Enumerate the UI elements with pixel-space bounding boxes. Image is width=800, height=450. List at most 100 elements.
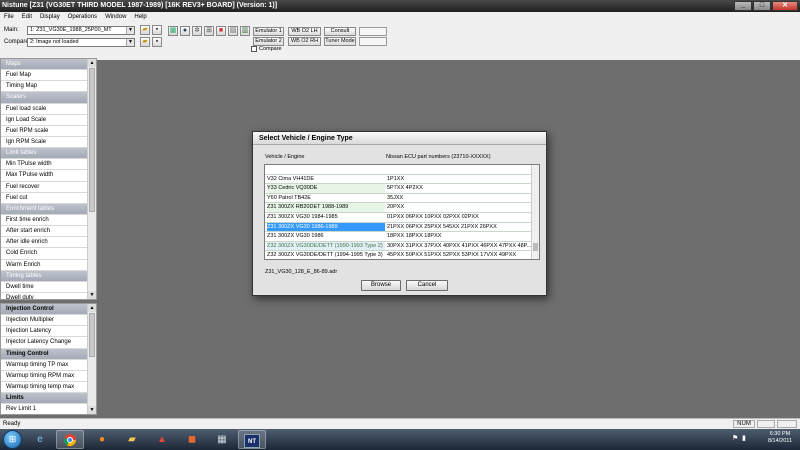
layout-icon[interactable]: ⊞ [204, 26, 214, 36]
chevron-up-icon[interactable]: ▲ [88, 304, 96, 312]
wb-o2-lh-button[interactable]: WB O2 LH [288, 27, 321, 36]
emulator-1-button[interactable]: Emulator 1 [253, 27, 284, 36]
maximize-button[interactable]: □ [753, 1, 771, 11]
vehicle-row[interactable]: Y33 Cedric VQ30DE 5P7XX 4P2XX [265, 184, 539, 194]
vehicle-row[interactable]: Z31 300ZX VG30 1986-1989 21PXX 06PXX 25PX… [265, 222, 539, 233]
sidebar-item-fuel-load-scale[interactable]: Fuel load scale [1, 104, 88, 115]
office-icon[interactable]: ◼ [178, 430, 206, 449]
main-image-select[interactable]: 1: Z31_VG30E_1988_25P00_MT ▼ [27, 26, 135, 35]
vehicle-row[interactable]: Y60 Patrol TB42E 35JXX [265, 194, 539, 204]
sidebar-item-after-start-enrich[interactable]: After start enrich [1, 226, 88, 238]
sidebar-header-enrichment-tables[interactable]: Enrichment tables [1, 203, 88, 215]
ie-icon[interactable]: e [26, 430, 54, 449]
wb-o2-rh-button[interactable]: WB O2 RH [288, 37, 321, 46]
open-folder-icon[interactable]: ▰ [140, 37, 150, 47]
chevron-down-icon[interactable]: ▼ [88, 291, 96, 299]
network-icon[interactable]: ▮ [742, 435, 750, 443]
sidebar-scrollbar[interactable]: ▲ ▼ [87, 304, 96, 414]
vehicle-row[interactable]: Z31 300ZX VG30 1984-1985 01PXX 06PXX 10PX… [265, 213, 539, 223]
sidebar-item-max-tpulse-width[interactable]: Max TPulse width [1, 170, 88, 182]
sidebar-header-limit-tables[interactable]: Limit tables [1, 148, 88, 160]
sidebar-header-limits[interactable]: Limits [1, 393, 88, 405]
sidebar-item-dwell-time[interactable]: Dwell time [1, 282, 88, 293]
browse-button[interactable]: Browse [361, 280, 401, 291]
save-icon[interactable]: ▪ [152, 37, 162, 47]
status-pane [777, 420, 797, 428]
sidebar-item-warmup-timing-rpm-max[interactable]: Warmup timing RPM max [1, 371, 88, 382]
spreadsheet-icon[interactable]: ▦ [208, 430, 236, 449]
sidebar-item-injection-multiplier[interactable]: Injection Multiplier [1, 315, 88, 327]
checkbox-icon [251, 46, 257, 52]
sidebar-item-injector-latency-change[interactable]: Injector Latency Change [1, 337, 88, 349]
sidebar-item-dwell-duty[interactable]: Dwell duty [1, 293, 88, 299]
vehicle-row[interactable]: Z32 300ZX VG30DE/DETT (1994-1995 Type 3)… [265, 251, 539, 259]
vehicle-row[interactable] [265, 165, 539, 175]
consult-button[interactable]: Consult [324, 27, 356, 36]
sidebar-item-fuel-rpm-scale[interactable]: Fuel RPM scale [1, 126, 88, 137]
sidebar-item-fuel-cut[interactable]: Fuel cut [1, 193, 88, 204]
cancel-button[interactable]: Cancel [406, 280, 448, 291]
scroll-thumb[interactable] [533, 243, 538, 251]
log-icon[interactable]: ▤ [228, 26, 238, 36]
firefox-icon[interactable]: ● [88, 430, 116, 449]
scroll-thumb[interactable] [89, 313, 95, 357]
sidebar-item-ign-rpm-scale[interactable]: Ign RPM Scale [1, 137, 88, 149]
acrobat-icon[interactable]: ▲ [148, 430, 176, 449]
sidebar-item-fuel-map[interactable]: Fuel Map [1, 70, 88, 82]
menu-file[interactable]: File [4, 12, 14, 22]
flag-icon[interactable]: ⚑ [732, 435, 740, 443]
sidebar-scrollbar[interactable]: ▲ ▼ [87, 59, 96, 299]
sidebar-header-scalers[interactable]: Scalers [1, 92, 88, 104]
vehicle-row[interactable]: V32 Cima VH41DE 1P1XX [265, 175, 539, 185]
menu-help[interactable]: Help [134, 12, 146, 22]
minimize-button[interactable]: _ [734, 1, 752, 11]
connect-icon[interactable]: ● [180, 26, 190, 36]
sidebar-item-warm-enrich[interactable]: Warm Enrich [1, 260, 88, 271]
compare-image-select[interactable]: 2: Image not loaded ▼ [27, 38, 135, 47]
gear-icon[interactable]: ✲ [192, 26, 202, 36]
title-bar: Nistune [Z31 (VG30ET THIRD MODEL 1987-19… [0, 0, 800, 12]
sidebar-header-timing-control[interactable]: Timing Control [1, 348, 88, 360]
column-header-part-numbers: Nissan ECU part numbers (23710-XXXXX) [386, 154, 491, 160]
folder-icon[interactable]: ▰ [118, 430, 146, 449]
sidebar-header-maps[interactable]: Maps [1, 59, 88, 71]
start-button[interactable]: ⊞ [3, 430, 22, 449]
nistune-icon[interactable]: NT [238, 430, 266, 449]
vehicle-list-scrollbar[interactable] [531, 165, 539, 259]
emulator-2-button[interactable]: Emulator 2 [253, 37, 284, 46]
chart-icon[interactable]: ▥ [240, 26, 250, 36]
scroll-thumb[interactable] [89, 68, 95, 212]
chrome-icon[interactable] [56, 430, 84, 449]
sidebar-item-warmup-timing-tp-max[interactable]: Warmup timing TP max [1, 360, 88, 371]
open-folder-icon[interactable]: ▰ [140, 25, 150, 35]
sidebar-item-injection-latency[interactable]: Injection Latency [1, 326, 88, 338]
sidebar-item-min-tpulse-width[interactable]: Min TPulse width [1, 159, 88, 171]
vehicle-row[interactable]: Z31 300ZX RB20DET 1988-1989 20PXX [265, 203, 539, 213]
chevron-down-icon[interactable]: ▼ [88, 406, 96, 414]
menu-display[interactable]: Display [40, 12, 60, 22]
tuner-mode-button[interactable]: Tuner Mode [324, 37, 356, 46]
vehicle-row[interactable]: Z31 300ZX VG30 1986 18PXX 18PXX 18PXX [265, 232, 539, 242]
vehicle-list[interactable]: V32 Cima VH41DE 1P1XX Y33 Cedric VQ30DE 5P7… [264, 164, 540, 260]
menu-edit[interactable]: Edit [22, 12, 32, 22]
sidebar-item-cold-enrich[interactable]: Cold Enrich [1, 248, 88, 260]
close-button[interactable]: ✕ [772, 1, 798, 11]
sidebar-item-fuel-recover[interactable]: Fuel recover [1, 182, 88, 193]
menu-operations[interactable]: Operations [68, 12, 97, 22]
clock[interactable]: 6:30 PM 8/14/2011 [768, 431, 792, 445]
sidebar-item-warmup-timing-temp-max[interactable]: Warmup timing temp max [1, 382, 88, 394]
save-icon[interactable]: ▪ [152, 25, 162, 35]
sidebar-header-injection-control[interactable]: Injection Control [1, 304, 88, 316]
sidebar-item-after-idle-enrich[interactable]: After idle enrich [1, 237, 88, 249]
compare-checkbox[interactable]: Compare [251, 46, 282, 52]
grid-icon[interactable]: ▦ [168, 26, 178, 36]
sidebar-item-rev-limit-1[interactable]: Rev Limit 1 [1, 404, 88, 414]
chevron-up-icon[interactable]: ▲ [88, 59, 96, 67]
sidebar-item-ign-load-scale[interactable]: Ign Load Scale [1, 115, 88, 126]
stop-icon[interactable]: ■ [216, 26, 226, 36]
vehicle-row[interactable]: Z32 300ZX VG30DE/DETT (1990-1993 Type 2)… [265, 241, 539, 252]
menu-window[interactable]: Window [105, 12, 126, 22]
sidebar-item-timing-map[interactable]: Timing Map [1, 81, 88, 93]
sidebar-item-first-time-enrich[interactable]: First time enrich [1, 215, 88, 227]
sidebar-header-timing-tables[interactable]: Timing tables [1, 270, 88, 282]
